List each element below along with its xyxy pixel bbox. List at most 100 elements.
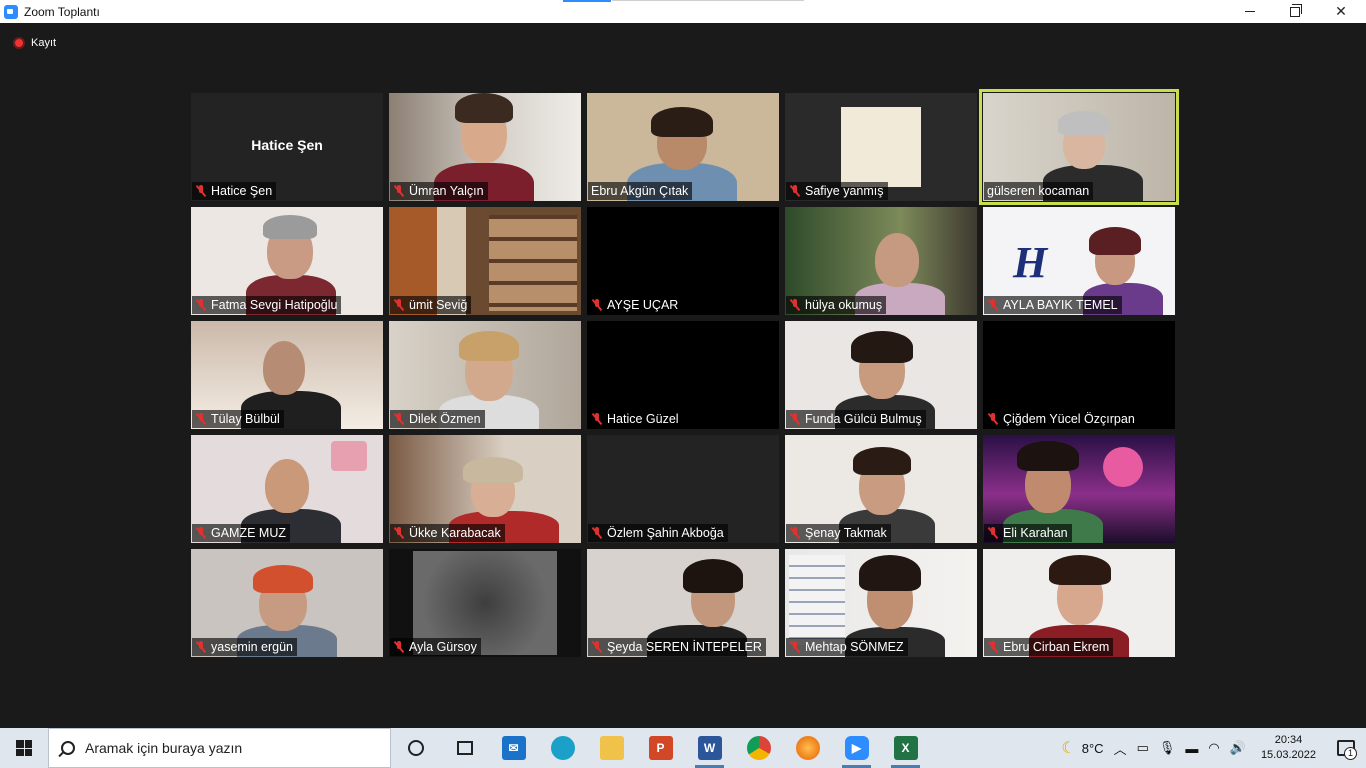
participant-name-label: Ebru Akgün Çıtak (588, 182, 693, 200)
zoom-icon: ▶ (844, 736, 869, 760)
windows-icon (16, 740, 32, 756)
participant-name-label: AYLA BAYIK TEMEL (984, 296, 1122, 314)
participant-tile[interactable]: AYŞE UÇAR (587, 207, 779, 315)
battery-icon: ▬ (1185, 740, 1199, 756)
mail-icon: ✉ (501, 736, 526, 760)
window-title: Zoom Toplantı (24, 4, 100, 19)
participant-tile[interactable]: Hatice Güzel (587, 321, 779, 429)
restore-button[interactable] (1272, 0, 1318, 23)
mic-muted-icon (789, 641, 801, 653)
weather-widget[interactable]: ☾ 8°C (1056, 738, 1108, 758)
mic-muted-icon (591, 527, 603, 539)
participant-tile[interactable]: Ükke Karabacak (389, 435, 581, 543)
volume-icon: 🔊 (1229, 740, 1246, 755)
cortana-button[interactable] (391, 728, 440, 768)
camera-icon: ▭ (1136, 740, 1149, 755)
title-bar: Zoom Toplantı ✕ (0, 0, 1366, 23)
microphone-button[interactable]: 🎙 (1154, 740, 1181, 756)
battery-button[interactable]: ▬ (1180, 741, 1203, 756)
clock[interactable]: 20:34 15.03.2022 (1251, 733, 1326, 763)
participant-name-label: gülseren kocaman (984, 182, 1094, 200)
mic-muted-icon (195, 185, 207, 197)
file-explorer-app[interactable] (587, 728, 636, 768)
record-icon (13, 37, 25, 49)
taskbar: Aramak için buraya yazın ✉ P W ▶ X ☾ 8°C… (0, 728, 1366, 768)
participant-tile[interactable]: yasemin ergün (191, 549, 383, 657)
participant-tile[interactable]: Ayla Gürsoy (389, 549, 581, 657)
participant-tile[interactable]: hülya okumuş (785, 207, 977, 315)
powerpoint-app[interactable]: P (636, 728, 685, 768)
participant-tile[interactable]: Funda Gülcü Bulmuş (785, 321, 977, 429)
edge-app[interactable] (538, 728, 587, 768)
participant-name-label: ümit Seviğ (390, 296, 472, 314)
participant-name-label: Hatice Güzel (588, 410, 683, 428)
notification-center-button[interactable]: 1 (1326, 728, 1366, 768)
mic-muted-icon (393, 185, 405, 197)
participant-name-label: Şeyda SEREN İNTEPELER (588, 638, 766, 656)
participant-name-label: Hatice Şen (192, 182, 277, 200)
firefox-app[interactable] (783, 728, 832, 768)
participant-tile[interactable]: ümit Seviğ (389, 207, 581, 315)
top-tab-indicator (563, 0, 611, 2)
participant-tile[interactable]: Çiğdem Yücel Özçırpan (983, 321, 1175, 429)
word-app[interactable]: W (685, 728, 734, 768)
mic-muted-icon (789, 299, 801, 311)
mic-muted-icon (591, 641, 603, 653)
participant-name-label: AYŞE UÇAR (588, 296, 683, 314)
mic-muted-icon (195, 299, 207, 311)
recording-label: Kayıt (31, 37, 57, 49)
meet-now-button[interactable]: ▭ (1132, 740, 1154, 756)
participant-name-label: Çiğdem Yücel Özçırpan (984, 410, 1139, 428)
participant-tile[interactable]: GAMZE MUZ (191, 435, 383, 543)
tray-overflow-button[interactable]: ︿ (1109, 739, 1132, 758)
top-divider (612, 0, 804, 1)
excel-app[interactable]: X (881, 728, 930, 768)
participant-tile[interactable]: Mehtap SÖNMEZ (785, 549, 977, 657)
mic-muted-icon (789, 527, 801, 539)
background-logo: H (1013, 238, 1048, 287)
participant-tile[interactable]: Eli Karahan (983, 435, 1175, 543)
mic-muted-icon (591, 299, 603, 311)
network-button[interactable]: ◠ (1203, 740, 1224, 756)
mic-muted-icon (789, 413, 801, 425)
mic-muted-icon (393, 413, 405, 425)
start-button[interactable] (0, 728, 48, 768)
mail-app[interactable]: ✉ (489, 728, 538, 768)
participant-name-label: Ümran Yalçın (390, 182, 488, 200)
participant-tile[interactable]: Tülay Bülbül (191, 321, 383, 429)
edge-icon (550, 736, 575, 760)
participant-tile[interactable]: Dilek Özmen (389, 321, 581, 429)
chrome-app[interactable] (734, 728, 783, 768)
participant-tile[interactable]: Hatice Şen Hatice Şen (191, 93, 383, 201)
participant-name-label: hülya okumuş (786, 296, 887, 314)
participant-tile[interactable]: Fatma Sevgi Hatipoğlu (191, 207, 383, 315)
participant-tile[interactable]: Ebru Cirban Ekrem (983, 549, 1175, 657)
participant-tile-active-speaker[interactable]: gülseren kocaman (979, 89, 1179, 205)
chrome-icon (746, 736, 771, 760)
mic-muted-icon (195, 641, 207, 653)
task-view-icon (456, 741, 473, 755)
zoom-app[interactable]: ▶ (832, 728, 881, 768)
mic-muted-icon (195, 527, 207, 539)
participant-name-label: Özlem Şahin Akboğa (588, 524, 728, 542)
participant-tile[interactable]: Ümran Yalçın (389, 93, 581, 201)
participant-tile[interactable]: Safiye yanmış (785, 93, 977, 201)
moon-icon: ☾ (1061, 740, 1076, 757)
close-button[interactable]: ✕ (1318, 0, 1364, 23)
recording-indicator[interactable]: Kayıt (13, 37, 56, 49)
participant-big-name: Hatice Şen (251, 137, 323, 153)
participant-tile[interactable]: H AYLA BAYIK TEMEL (983, 207, 1175, 315)
mic-muted-icon (393, 527, 405, 539)
powerpoint-icon: P (648, 736, 673, 760)
volume-button[interactable]: 🔊 (1225, 740, 1251, 756)
participant-tile[interactable]: Özlem Şahin Akboğa (587, 435, 779, 543)
participant-tile[interactable]: Şeyda SEREN İNTEPELER (587, 549, 779, 657)
participant-name-label: Tülay Bülbül (192, 410, 284, 428)
taskbar-search[interactable]: Aramak için buraya yazın (48, 728, 391, 768)
mic-muted-icon (987, 527, 999, 539)
participant-tile[interactable]: Şenay Takmak (785, 435, 977, 543)
mic-muted-icon (393, 299, 405, 311)
participant-tile[interactable]: Ebru Akgün Çıtak (587, 93, 779, 201)
minimize-button[interactable] (1227, 0, 1273, 23)
task-view-button[interactable] (440, 728, 489, 768)
